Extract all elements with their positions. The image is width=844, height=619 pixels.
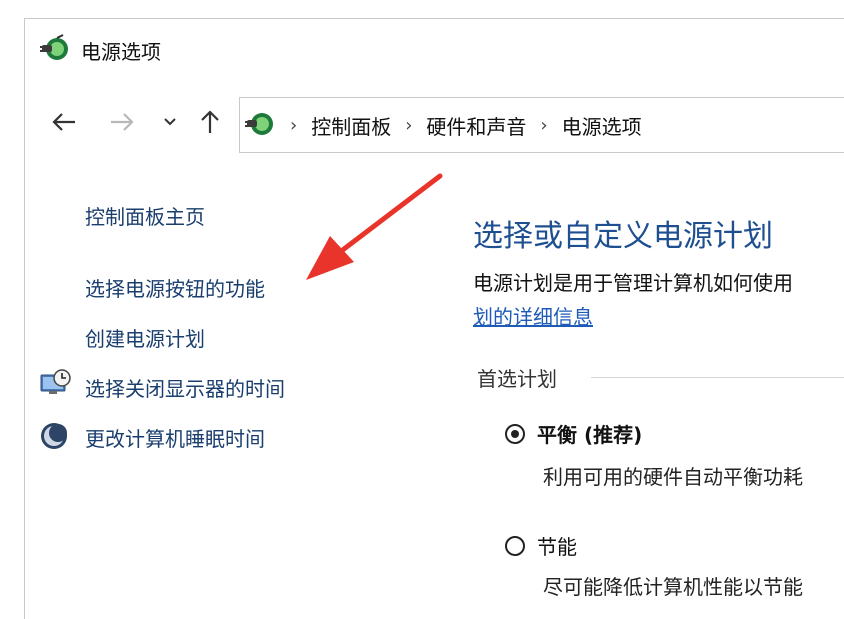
- title-bar: 电源选项: [39, 32, 161, 68]
- recent-locations-dropdown[interactable]: [157, 107, 183, 137]
- sidebar-item-display-off-time[interactable]: 选择关闭显示器的时间: [85, 373, 285, 402]
- chevron-down-icon: [164, 118, 176, 126]
- section-label-preferred-plans: 首选计划: [477, 367, 557, 391]
- sidebar-item-control-panel-home[interactable]: 控制面板主页: [85, 201, 205, 230]
- address-power-icon: [244, 107, 276, 143]
- forward-button[interactable]: [107, 107, 137, 137]
- breadcrumb-separator[interactable]: ›: [405, 115, 412, 136]
- plan-balanced-label[interactable]: 平衡 (推荐): [537, 419, 642, 448]
- breadcrumb-separator[interactable]: ›: [540, 115, 547, 136]
- sidebar-item-sleep-time[interactable]: 更改计算机睡眠时间: [85, 423, 265, 452]
- moon-icon: [39, 421, 69, 455]
- forward-arrow-icon: [111, 113, 134, 131]
- breadcrumb-control-panel[interactable]: 控制面板: [311, 111, 391, 140]
- monitor-clock-icon: [39, 369, 71, 401]
- details-link[interactable]: 划的详细信息: [473, 301, 593, 330]
- page-description: 电源计划是用于管理计算机如何使用: [473, 271, 793, 295]
- plan-power-saver-radio[interactable]: [505, 536, 525, 556]
- breadcrumb-power-options[interactable]: 电源选项: [562, 111, 642, 140]
- power-options-icon: [39, 32, 71, 68]
- plan-power-saver-description: 尽可能降低计算机性能以节能: [543, 575, 803, 599]
- window-title: 电源选项: [81, 39, 161, 64]
- plan-balanced-description: 利用可用的硬件自动平衡功耗: [543, 465, 803, 489]
- up-arrow-icon: [201, 110, 219, 133]
- page-title: 选择或自定义电源计划: [473, 219, 773, 254]
- sidebar-item-power-button-function[interactable]: 选择电源按钮的功能: [85, 273, 265, 302]
- back-arrow-icon: [52, 113, 75, 131]
- up-button[interactable]: [195, 107, 225, 137]
- power-options-window: 电源选项 › 控制面板 › 硬件和声音 › 电源选项 控制面板主页 选择电源按钮…: [24, 18, 844, 619]
- section-divider: [591, 377, 844, 378]
- breadcrumb-hardware-sound[interactable]: 硬件和声音: [426, 111, 526, 140]
- navigation-bar: › 控制面板 › 硬件和声音 › 电源选项: [25, 97, 844, 153]
- radio-selected-dot: [511, 430, 519, 438]
- plan-power-saver-label[interactable]: 节能: [537, 531, 577, 560]
- address-bar[interactable]: › 控制面板 › 硬件和声音 › 电源选项: [239, 97, 844, 153]
- plan-balanced-radio[interactable]: [505, 424, 525, 444]
- back-button[interactable]: [49, 107, 79, 137]
- breadcrumb-separator[interactable]: ›: [290, 115, 297, 136]
- sidebar-item-create-power-plan[interactable]: 创建电源计划: [85, 323, 205, 352]
